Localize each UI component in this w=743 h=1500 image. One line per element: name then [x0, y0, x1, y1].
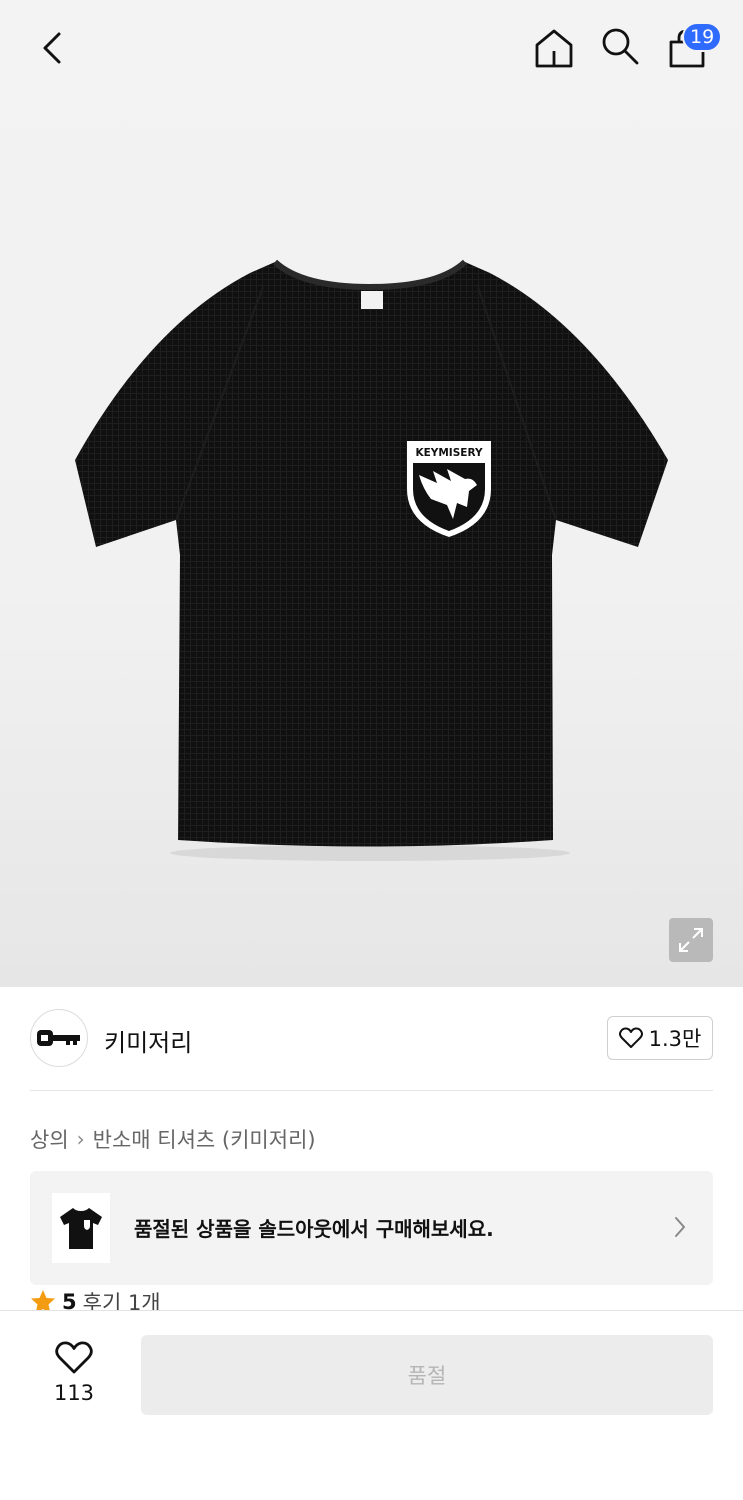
shirt-print-text: KEYMISERY — [415, 447, 483, 459]
breadcrumb: 상의 › 반소매 티셔츠 (키미저리) — [30, 1124, 316, 1154]
brand-logo[interactable] — [30, 1009, 88, 1067]
brand-like-count: 1.3만 — [648, 1027, 702, 1051]
expand-image-button[interactable] — [669, 918, 713, 962]
wishlist-count: 113 — [53, 1381, 95, 1405]
chevron-right-icon: › — [76, 1127, 85, 1151]
wishlist-button[interactable]: 113 — [44, 1341, 104, 1411]
key-icon — [37, 1030, 80, 1046]
back-button[interactable] — [28, 24, 76, 72]
breadcrumb-subcategory[interactable]: 반소매 티셔츠 (키미저리) — [93, 1124, 316, 1154]
breadcrumb-category[interactable]: 상의 — [30, 1124, 69, 1154]
back-icon — [43, 32, 61, 64]
home-icon — [535, 29, 573, 68]
home-button[interactable] — [530, 24, 578, 72]
cart-count-badge: 19 — [682, 22, 723, 52]
bottom-action-bar: 113 품절 — [0, 1310, 743, 1500]
top-navigation: 19 — [0, 0, 743, 96]
brand-name[interactable]: 키미저리 — [104, 1023, 192, 1058]
banner-thumbnail — [52, 1193, 110, 1263]
chevron-right-icon — [675, 1217, 685, 1237]
brand-row: 키미저리 1.3만 — [30, 1009, 713, 1069]
divider — [30, 1090, 713, 1091]
tshirt-thumbnail-icon — [60, 1208, 102, 1249]
heart-icon — [55, 1341, 93, 1374]
soldout-banner-text: 품절된 상품을 솔드아웃에서 구매해보세요. — [134, 1217, 494, 1241]
product-image: KEYMISERY — [75, 259, 668, 861]
product-image-area[interactable]: KEYMISERY 19 — [0, 0, 743, 987]
search-button[interactable] — [596, 22, 644, 70]
brand-like-button[interactable]: 1.3만 — [607, 1016, 713, 1060]
soldout-button[interactable]: 품절 — [141, 1335, 713, 1415]
heart-icon — [618, 1027, 643, 1048]
expand-icon — [679, 928, 703, 952]
search-icon — [602, 28, 639, 65]
soldout-banner[interactable]: 품절된 상품을 솔드아웃에서 구매해보세요. — [30, 1171, 713, 1285]
